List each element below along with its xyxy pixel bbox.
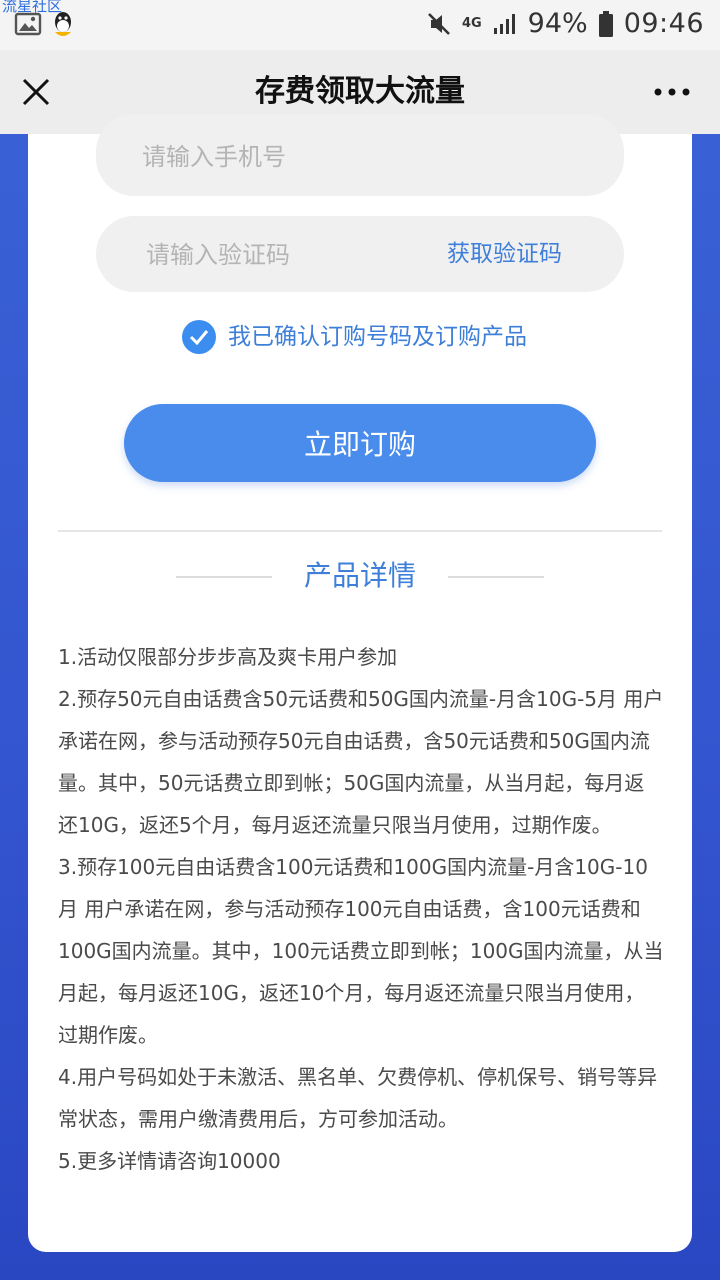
- notification-icons: [14, 10, 76, 38]
- qq-icon: [55, 12, 71, 36]
- detail-item: 3.预存100元自由话费含100元话费和100G国内流量-月含10G-10月 用…: [58, 855, 664, 1047]
- status-bar: 流星社区 4G 94% 09:46: [0, 0, 720, 50]
- detail-item: 4.用户号码如处于未激活、黑名单、欠费停机、停机保号、销号等异常状态，需用户缴清…: [58, 1065, 658, 1131]
- mute-icon: [428, 12, 450, 35]
- code-field: 获取验证码: [96, 216, 624, 292]
- verification-code-input[interactable]: [144, 234, 388, 276]
- clock: 09:46: [623, 8, 704, 39]
- phone-field: [96, 114, 624, 196]
- divider: [58, 530, 662, 532]
- battery-icon: [598, 10, 613, 37]
- subscribe-button[interactable]: 立即订购: [124, 404, 596, 482]
- more-button[interactable]: [652, 80, 692, 104]
- detail-item: 1.活动仅限部分步步高及爽卡用户参加: [58, 645, 398, 669]
- network-type: 4G: [461, 15, 482, 31]
- product-details: 1.活动仅限部分步步高及爽卡用户参加 2.预存50元自由话费含50元话费和50G…: [58, 636, 664, 1182]
- battery-percent: 94%: [527, 8, 588, 39]
- content-card: 获取验证码 我已确认订购号码及订购产品 立即订购 产品详情 1.活动仅限部分步步…: [28, 114, 692, 1252]
- image-icon: [14, 12, 42, 36]
- section-header: 产品详情: [28, 556, 692, 596]
- check-icon: [182, 320, 216, 354]
- status-indicators: 4G 94% 09:46: [426, 8, 704, 39]
- get-code-button[interactable]: 获取验证码: [447, 237, 562, 271]
- signal-icon: [493, 13, 515, 34]
- detail-item: 2.预存50元自由话费含50元话费和50G国内流量-月含10G-5月 用户承诺在…: [58, 687, 664, 837]
- phone-input[interactable]: [140, 136, 584, 178]
- detail-item: 5.更多详情请咨询10000: [58, 1149, 281, 1173]
- section-title: 产品详情: [303, 559, 416, 592]
- confirm-checkbox[interactable]: 我已确认订购号码及订购产品: [182, 320, 527, 354]
- more-icon: [654, 88, 690, 96]
- section-line-right: [448, 576, 544, 578]
- confirm-label: 我已确认订购号码及订购产品: [228, 324, 527, 350]
- page-title: 存费领取大流量: [255, 74, 465, 109]
